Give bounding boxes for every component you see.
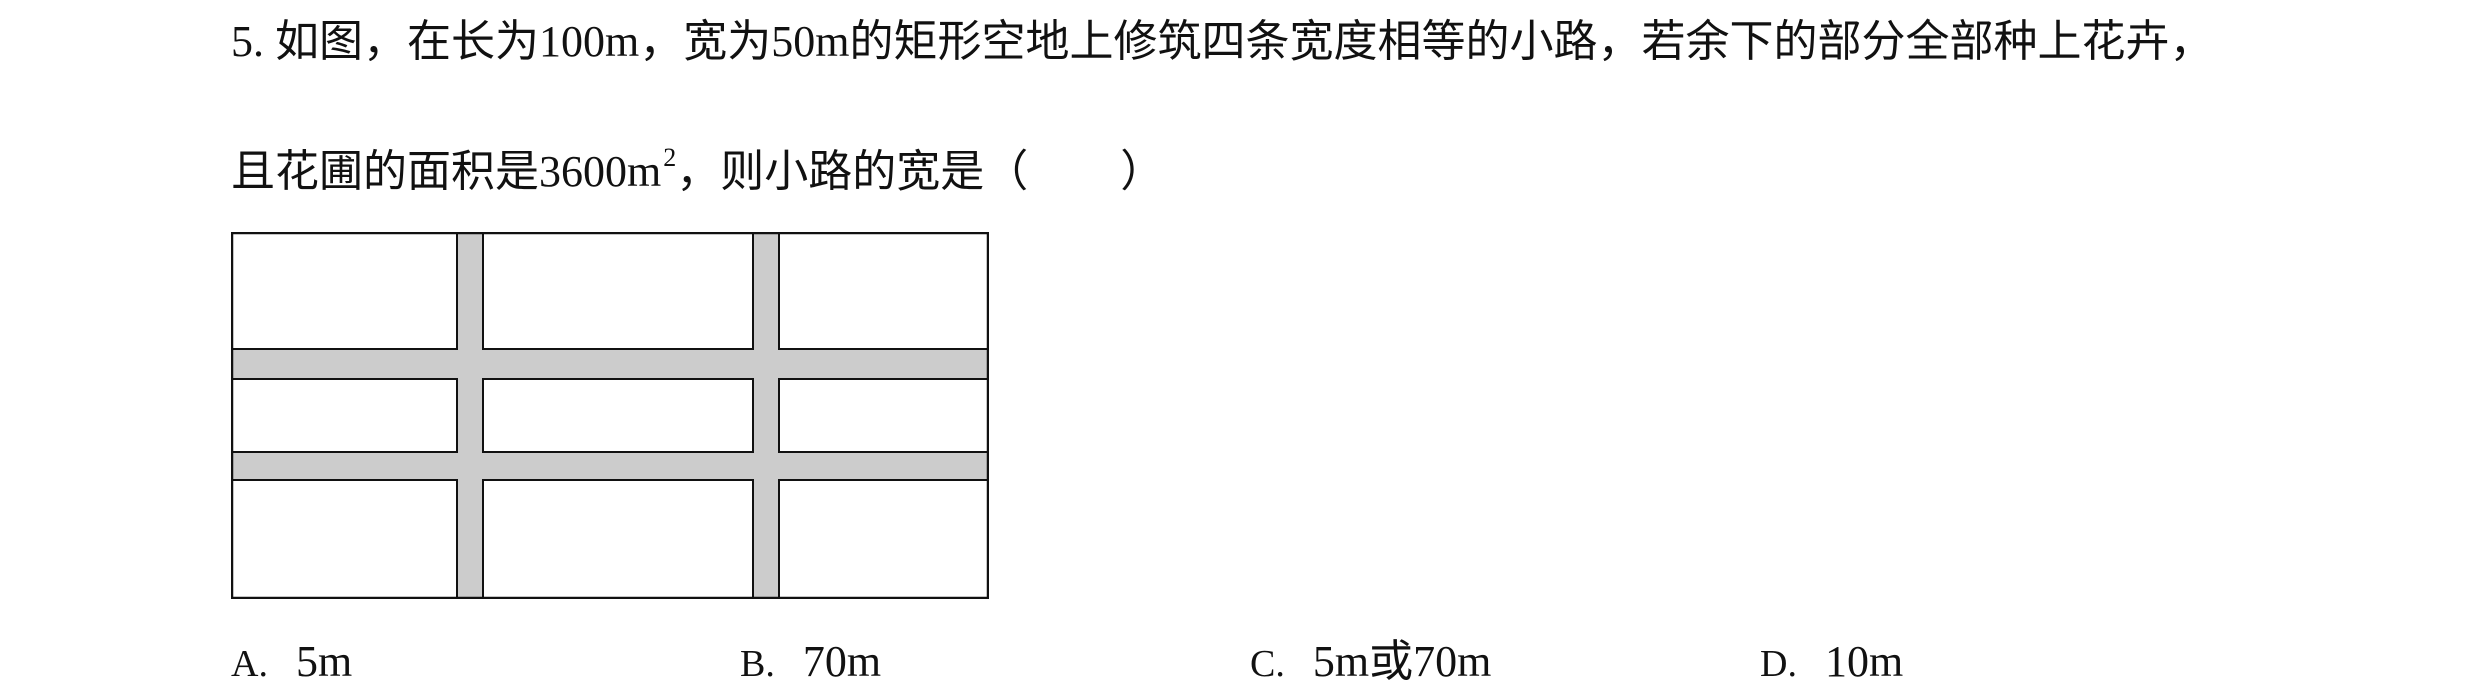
answer-close-paren: ） xyxy=(1120,147,1165,196)
choice-c-letter: C. xyxy=(1250,643,1285,685)
choice-b-text: 70m xyxy=(802,637,882,686)
area-unit-superscript: 2 xyxy=(663,143,677,172)
question-text-line-1: 如图，在长为100m，宽为50m的矩形空地上修筑四条宽度相等的小路，若余下的部分… xyxy=(275,17,2214,66)
flower-plot xyxy=(231,479,458,599)
flower-plot xyxy=(482,232,754,350)
choice-d[interactable]: D. 10m xyxy=(1760,634,1903,692)
question-text-line-2-end: ，则小路的宽是（ xyxy=(676,147,1029,196)
choice-b[interactable]: B. 70m xyxy=(740,634,881,692)
flower-plot xyxy=(778,232,989,350)
flower-plot xyxy=(482,479,754,599)
flower-plot xyxy=(778,378,989,453)
question-line-2: 且花圃的面积是3600m2，则小路的宽是（ ） xyxy=(231,130,1164,200)
flower-plot xyxy=(482,378,754,453)
choice-d-text: 10m xyxy=(1824,637,1904,686)
choice-d-letter: D. xyxy=(1760,643,1797,685)
flower-plot xyxy=(231,232,458,350)
flower-plot xyxy=(231,378,458,453)
choice-c-text: 5m或70m xyxy=(1312,637,1492,686)
question-line-1: 5. 如图，在长为100m，宽为50m的矩形空地上修筑四条宽度相等的小路，若余下… xyxy=(231,14,2213,70)
garden-road-diagram xyxy=(231,232,989,599)
flower-plot xyxy=(778,479,989,599)
choice-a-letter: A. xyxy=(231,643,268,685)
choice-b-letter: B. xyxy=(740,643,775,685)
choice-c[interactable]: C. 5m或70m xyxy=(1250,634,1491,692)
question-text-line-2: 且花圃的面积是3600m xyxy=(231,147,662,196)
choice-a[interactable]: A. 5m xyxy=(231,634,352,692)
question-number: 5. xyxy=(231,17,264,66)
choice-a-text: 5m xyxy=(295,637,353,686)
